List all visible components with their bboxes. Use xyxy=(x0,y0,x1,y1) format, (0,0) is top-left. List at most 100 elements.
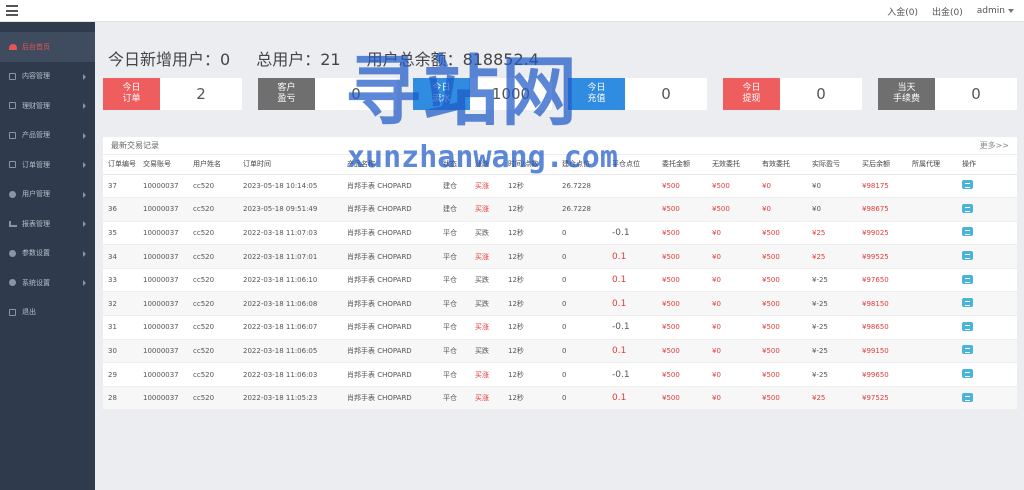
table-cell: 28 xyxy=(103,386,138,411)
table-cell: ¥500 xyxy=(657,221,707,246)
table-cell: 买涨 xyxy=(470,197,503,222)
card-value: 2 xyxy=(196,85,206,103)
sidebar-item-dashboard[interactable]: 后台首页 xyxy=(0,32,95,62)
table-cell: 29 xyxy=(103,362,138,387)
chevron-right-icon xyxy=(83,250,86,257)
table-cell: 0 xyxy=(557,386,607,411)
column-header: 建仓点位 xyxy=(557,155,607,175)
table-cell xyxy=(907,174,957,199)
edit-row-button[interactable] xyxy=(962,369,973,379)
table-cell xyxy=(957,362,1017,387)
more-link[interactable]: 更多>> xyxy=(980,140,1009,151)
table-cell: 32 xyxy=(103,291,138,317)
table-cell: 12秒 xyxy=(503,221,557,246)
table-cell: 买跌 xyxy=(470,268,503,293)
table-cell: 平仓 xyxy=(438,362,470,387)
table-cell: ¥98175 xyxy=(857,174,907,199)
withdraw-link[interactable]: 出金(0) xyxy=(932,5,963,18)
table-cell: ¥97525 xyxy=(857,386,907,411)
chevron-right-icon xyxy=(83,191,86,198)
edit-row-button[interactable] xyxy=(962,392,973,402)
edit-row-button[interactable] xyxy=(962,274,973,284)
table-cell: cc520 xyxy=(188,244,238,269)
card-label: 今日 提现 xyxy=(723,78,780,110)
top-nav: 入金(0) 出金(0) admin xyxy=(887,0,1014,22)
table-cell xyxy=(907,268,957,293)
table-cell: 肖邦手表 CHOPARD xyxy=(342,362,438,387)
table-cell: cc520 xyxy=(188,221,238,246)
table-cell: cc520 xyxy=(188,197,238,222)
table-cell xyxy=(607,197,657,222)
table-cell: 10000037 xyxy=(138,386,188,411)
sidebar-item-product[interactable]: 产品管理 xyxy=(0,121,95,151)
edit-row-button[interactable] xyxy=(962,298,973,308)
table-cell: ¥99150 xyxy=(857,339,907,364)
table-header-row: 订单编号 交易账号 用户姓名 订单时间 产品名称 状态 涨跌 时间/点数 建仓点位 平仓点位 委托金… xyxy=(103,155,1017,175)
sidebar-item-order[interactable]: 订单管理 xyxy=(0,150,95,180)
table-cell: 12秒 xyxy=(503,386,557,411)
table-cell xyxy=(907,339,957,364)
table-cell: 33 xyxy=(103,268,138,293)
sidebar-item-user[interactable]: 用户管理 xyxy=(0,180,95,210)
table-cell: ¥-25 xyxy=(807,291,857,317)
table-cell: 12秒 xyxy=(503,339,557,364)
sidebar-item-label: 报表管理 xyxy=(22,219,50,228)
sidebar-item-finance[interactable]: 理财管理 xyxy=(0,91,95,121)
edit-row-button[interactable] xyxy=(962,203,973,213)
table-cell: 10000037 xyxy=(138,291,188,317)
table-cell: 10000037 xyxy=(138,362,188,387)
user-icon xyxy=(8,190,17,199)
table-cell xyxy=(957,244,1017,269)
column-header: 订单时间 xyxy=(238,155,342,175)
edit-row-button[interactable] xyxy=(962,227,973,237)
sidebar-item-report[interactable]: 报表管理 xyxy=(0,209,95,239)
table-cell: ¥0 xyxy=(707,291,757,317)
deposit-link[interactable]: 入金(0) xyxy=(887,5,918,18)
edit-row-button[interactable] xyxy=(962,321,973,331)
sidebar-item-system[interactable]: 系统设置 xyxy=(0,268,95,298)
table-cell: 建仓 xyxy=(438,174,470,199)
sidebar-item-params[interactable]: 参数设置 xyxy=(0,239,95,269)
table-cell: 2023-05-18 10:14:05 xyxy=(238,174,342,199)
table-cell: ¥500 xyxy=(657,386,707,411)
card-today-deposit: 今日 充值 0 xyxy=(568,78,707,110)
table-cell: ¥0 xyxy=(707,315,757,340)
sidebar-item-content[interactable]: 内容管理 xyxy=(0,62,95,92)
column-header: 涨跌 xyxy=(470,155,503,175)
table-row: 30 10000037 cc520 2022-03-18 11:06:05 肖邦手表 C… xyxy=(103,339,1017,364)
table-row: 29 10000037 cc520 2022-03-18 11:06:03 肖邦手表 C… xyxy=(103,362,1017,387)
dashboard-icon xyxy=(8,42,17,51)
table-cell: ¥0 xyxy=(707,386,757,411)
table-cell: 10000037 xyxy=(138,244,188,269)
table-cell: 26.7228 xyxy=(557,174,607,199)
total-users-stat: 总用户：21 xyxy=(256,50,341,69)
table-cell: 0 xyxy=(557,221,607,246)
table-cell: ¥500 xyxy=(657,174,707,199)
table-cell: ¥99650 xyxy=(857,362,907,387)
table-cell: ¥500 xyxy=(657,268,707,293)
edit-row-button[interactable] xyxy=(962,251,973,261)
table-cell xyxy=(957,268,1017,293)
card-today-turnover: 今日 流水 1000 xyxy=(413,78,552,110)
table-cell: 0.1 xyxy=(607,291,657,317)
table-cell: 2022-03-18 11:07:03 xyxy=(238,221,342,246)
user-menu[interactable]: admin xyxy=(977,6,1014,16)
edit-row-button[interactable] xyxy=(962,345,973,355)
transactions-table: 订单编号 交易账号 用户姓名 订单时间 产品名称 状态 涨跌 时间/点数 建仓点位 平仓点位 委托金… xyxy=(103,155,1017,411)
content-icon xyxy=(8,72,17,81)
column-header: 订单编号 xyxy=(103,155,138,175)
table-cell xyxy=(957,291,1017,317)
summary-stats: 今日新增用户：0 总用户：21 用户总余额：818852.4 xyxy=(108,46,539,70)
table-cell: ¥-25 xyxy=(807,268,857,293)
stat-cards: 今日 订单 2 客户 盈亏 0 今日 流水 1000 今日 充值 0 今日 提现 0 当天… xyxy=(103,78,1017,110)
table-cell: ¥25 xyxy=(807,244,857,269)
edit-row-button[interactable] xyxy=(962,180,973,190)
card-value: 0 xyxy=(661,85,671,103)
menu-toggle-icon[interactable] xyxy=(6,5,18,16)
table-cell: ¥-25 xyxy=(807,362,857,387)
sidebar-item-logout[interactable]: 退出 xyxy=(0,298,95,328)
table-cell: ¥500 xyxy=(757,291,807,317)
table-cell: 12秒 xyxy=(503,197,557,222)
table-cell: ¥500 xyxy=(757,386,807,411)
table-cell xyxy=(957,197,1017,222)
